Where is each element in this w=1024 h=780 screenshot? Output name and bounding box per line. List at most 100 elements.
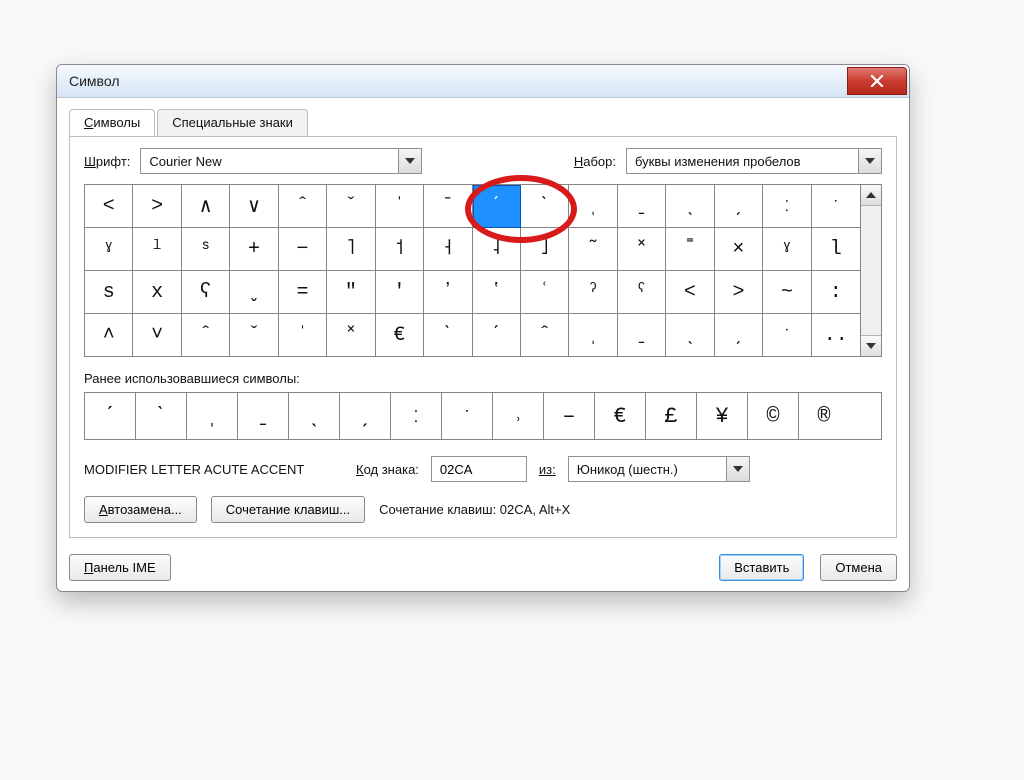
- recent-symbol-cell[interactable]: ˌ: [187, 393, 238, 439]
- symbol-cell[interactable]: ˧: [424, 228, 472, 271]
- symbol-cell[interactable]: l: [812, 228, 860, 271]
- symbol-cell[interactable]: ˟: [618, 228, 666, 271]
- symbol-cell[interactable]: ˢ: [182, 228, 230, 271]
- symbol-cell[interactable]: ˦: [376, 228, 424, 271]
- symbol-cell[interactable]: ˆ: [279, 185, 327, 228]
- symbol-cell[interactable]: ː: [763, 185, 811, 228]
- symbol-cell[interactable]: ×: [715, 228, 763, 271]
- symbol-cell[interactable]: ˁ: [618, 271, 666, 314]
- symbol-cell[interactable]: ..: [812, 314, 860, 356]
- font-select-drop[interactable]: [398, 149, 421, 173]
- symbol-cell[interactable]: ~: [763, 271, 811, 314]
- symbol-cell[interactable]: ˏ: [715, 314, 763, 356]
- recent-symbol-cell[interactable]: ˊ: [85, 393, 136, 439]
- symbol-cell[interactable]: :: [812, 271, 860, 314]
- shortcut-key-button[interactable]: Сочетание клавиш...: [211, 496, 365, 523]
- symbol-cell[interactable]: ˎ: [666, 185, 714, 228]
- recent-symbol-cell[interactable]: €: [595, 393, 646, 439]
- recent-symbol-cell[interactable]: ˑ: [442, 393, 493, 439]
- recent-symbol-cell[interactable]: ˍ: [238, 393, 289, 439]
- symbol-cell[interactable]: ˀ: [569, 271, 617, 314]
- symbol-cell[interactable]: ˋ: [521, 185, 569, 228]
- symbol-cell[interactable]: =: [279, 271, 327, 314]
- from-select-drop[interactable]: [726, 457, 749, 481]
- symbol-cell[interactable]: ʺ: [327, 271, 375, 314]
- symbol-cell[interactable]: ˡ: [133, 228, 181, 271]
- symbol-cell[interactable]: ˆ: [521, 314, 569, 356]
- symbol-cell[interactable]: ˇ: [327, 185, 375, 228]
- symbol-cell[interactable]: ʼ: [424, 271, 472, 314]
- symbol-cell[interactable]: ˃: [715, 271, 763, 314]
- symbol-cell[interactable]: ˎ: [666, 314, 714, 356]
- symbol-cell[interactable]: ˏ: [715, 185, 763, 228]
- symbol-cell[interactable]: ˅: [133, 314, 181, 356]
- symbol-cell[interactable]: €: [376, 314, 424, 356]
- from-select[interactable]: Юникод (шестн.): [568, 456, 750, 482]
- symbol-cell[interactable]: ˈ: [279, 314, 327, 356]
- symbol-cell[interactable]: ˥: [327, 228, 375, 271]
- recent-symbol-cell[interactable]: ː: [391, 393, 442, 439]
- recent-symbol-cell[interactable]: ¥: [697, 393, 748, 439]
- symbol-cell[interactable]: ˩: [521, 228, 569, 271]
- symbol-cell[interactable]: ˌ: [569, 314, 617, 356]
- symbol-cell[interactable]: x: [133, 271, 181, 314]
- symbol-cell[interactable]: ʿ: [521, 271, 569, 314]
- insert-button[interactable]: Вставить: [719, 554, 804, 581]
- symbol-cell[interactable]: ʽ: [473, 271, 521, 314]
- symbol-cell[interactable]: ˉ: [424, 185, 472, 228]
- symbol-cell[interactable]: ˜: [569, 228, 617, 271]
- recent-symbol-cell[interactable]: £: [646, 393, 697, 439]
- recent-symbol-cell[interactable]: ®: [799, 393, 849, 439]
- scroll-up-button[interactable]: [861, 185, 881, 206]
- symbol-cell[interactable]: ˆ: [182, 314, 230, 356]
- font-select-value: Courier New: [141, 154, 398, 169]
- scroll-track[interactable]: [861, 206, 881, 335]
- scroll-down-button[interactable]: [861, 335, 881, 356]
- symbol-cell[interactable]: ∧: [182, 185, 230, 228]
- ime-panel-button[interactable]: Панель IME: [69, 554, 171, 581]
- symbol-cell[interactable]: ˑ: [812, 185, 860, 228]
- symbol-cell[interactable]: −: [279, 228, 327, 271]
- tab-symbols[interactable]: Символы: [69, 109, 155, 136]
- symbol-cell[interactable]: ˊ: [473, 314, 521, 356]
- code-label: Код знака:: [356, 462, 419, 477]
- symbol-cell[interactable]: ˋ: [424, 314, 472, 356]
- autocorrect-button[interactable]: Автозамена...: [84, 496, 197, 523]
- subset-select-drop[interactable]: [858, 149, 881, 173]
- symbol-cell[interactable]: ˠ: [763, 228, 811, 271]
- symbol-cell[interactable]: ˊ: [473, 185, 521, 228]
- symbol-cell[interactable]: <: [85, 185, 133, 228]
- recent-symbol-cell[interactable]: ˎ: [289, 393, 340, 439]
- symbol-cell[interactable]: ˟: [327, 314, 375, 356]
- symbol-cell[interactable]: ˄: [85, 314, 133, 356]
- symbol-cell[interactable]: ˨: [473, 228, 521, 271]
- recent-symbol-cell[interactable]: ˒: [493, 393, 544, 439]
- recent-symbol-cell[interactable]: ©: [748, 393, 799, 439]
- grid-scrollbar[interactable]: [860, 185, 881, 356]
- recent-symbol-cell[interactable]: ˏ: [340, 393, 391, 439]
- symbol-cell[interactable]: ˂: [666, 271, 714, 314]
- recent-symbol-cell[interactable]: –: [544, 393, 595, 439]
- symbol-cell[interactable]: +: [230, 228, 278, 271]
- cancel-button[interactable]: Отмена: [820, 554, 897, 581]
- symbol-cell[interactable]: ˬ: [230, 271, 278, 314]
- symbol-cell[interactable]: ∨: [230, 185, 278, 228]
- symbol-cell[interactable]: ˍ: [618, 185, 666, 228]
- symbol-cell[interactable]: ˍ: [618, 314, 666, 356]
- symbol-cell[interactable]: ˇ: [230, 314, 278, 356]
- close-button[interactable]: [847, 67, 907, 95]
- symbol-cell[interactable]: ˑ: [763, 314, 811, 356]
- subset-select[interactable]: буквы изменения пробелов: [626, 148, 882, 174]
- symbol-cell[interactable]: ʹ: [376, 271, 424, 314]
- symbol-cell[interactable]: ˠ: [85, 228, 133, 271]
- symbol-cell[interactable]: >: [133, 185, 181, 228]
- symbol-cell[interactable]: ʕ: [182, 271, 230, 314]
- code-input[interactable]: [431, 456, 527, 482]
- symbol-cell[interactable]: ˈ: [376, 185, 424, 228]
- symbol-cell[interactable]: s: [85, 271, 133, 314]
- symbol-cell[interactable]: ˌ: [569, 185, 617, 228]
- font-select[interactable]: Courier New: [140, 148, 422, 174]
- tab-special-chars[interactable]: Специальные знаки: [157, 109, 308, 136]
- symbol-cell[interactable]: ˭: [666, 228, 714, 271]
- recent-symbol-cell[interactable]: ˋ: [136, 393, 187, 439]
